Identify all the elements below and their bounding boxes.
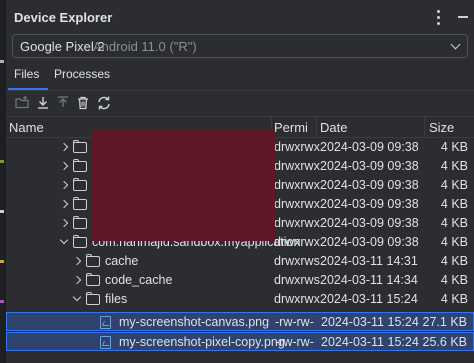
file-date: 2024-03-11 15:24 xyxy=(320,292,418,306)
device-os: Android 11.0 ("R") xyxy=(93,39,197,54)
file-name: my-screenshot-canvas.png xyxy=(119,315,270,329)
table-row[interactable]: my-screenshot-pixel-copy.png -rw-rw- 2024-… xyxy=(6,332,474,351)
folder-icon xyxy=(73,140,87,153)
file-size: 4 KB xyxy=(440,178,468,192)
file-date: 2024-03-09 09:38 xyxy=(320,235,419,249)
chevron-down-icon xyxy=(450,39,461,50)
file-size: 4 KB xyxy=(440,254,468,268)
file-size: 27.1 KB xyxy=(422,315,467,329)
file-date: 2024-03-09 09:38 xyxy=(320,159,419,173)
chevron-down-icon[interactable] xyxy=(72,292,82,302)
chevron-right-icon[interactable] xyxy=(72,256,82,266)
file-permissions: drwxrwx xyxy=(274,235,320,249)
chevron-right-icon[interactable] xyxy=(59,199,69,209)
panel-title: Device Explorer xyxy=(14,10,113,25)
file-date: 2024-03-11 14:31 xyxy=(320,254,418,268)
column-resize-handle[interactable] xyxy=(316,117,317,138)
file-date: 2024-03-11 15:24 xyxy=(321,315,419,329)
file-date: 2024-03-09 09:38 xyxy=(320,197,419,211)
file-size: 4 KB xyxy=(440,216,468,230)
file-permissions: drwxrwx xyxy=(274,178,320,192)
table-row[interactable]: files drwxrwx 2024-03-11 15:24 4 KB xyxy=(6,290,474,309)
file-name: code_cache xyxy=(105,273,173,287)
file-size: 4 KB xyxy=(440,159,468,173)
file-name: cache xyxy=(105,254,139,268)
folder-icon xyxy=(73,197,87,210)
tab-bar: Files Processes xyxy=(6,62,474,90)
file-date: 2024-03-09 09:38 xyxy=(320,216,419,230)
file-size: 4 KB xyxy=(440,235,468,249)
chevron-right-icon[interactable] xyxy=(72,275,82,285)
toolbar xyxy=(6,91,474,115)
chevron-down-icon[interactable] xyxy=(59,235,69,245)
file-permissions: drwxrws xyxy=(274,273,320,287)
file-permissions: -rw-rw- xyxy=(275,315,314,329)
column-header-name[interactable]: Name xyxy=(9,120,44,135)
file-permissions: drwxrwx xyxy=(274,197,320,211)
tab-processes[interactable]: Processes xyxy=(54,67,110,81)
table-row[interactable]: code_cache drwxrws 2024-03-11 14:34 4 KB xyxy=(6,271,474,290)
new-folder-icon[interactable] xyxy=(14,95,30,111)
file-date: 2024-03-11 15:24 xyxy=(321,335,419,349)
title-bar: Device Explorer xyxy=(6,0,474,34)
folder-icon xyxy=(73,159,87,172)
file-permissions: drwxrwx xyxy=(274,216,320,230)
folder-icon xyxy=(73,178,87,191)
table-row[interactable]: my-screenshot-canvas.png -rw-rw- 2024-03-1… xyxy=(6,312,474,331)
folder-icon xyxy=(86,292,100,305)
save-as-icon[interactable] xyxy=(35,95,51,111)
column-header-size[interactable]: Size xyxy=(429,120,454,135)
column-header-permissions[interactable]: Permi xyxy=(274,120,308,135)
minimize-icon[interactable] xyxy=(458,16,468,18)
file-permissions: drwxrws xyxy=(274,254,320,268)
redacted-region xyxy=(92,129,275,241)
tab-files[interactable]: Files xyxy=(14,67,39,81)
file-permissions: drwxrwx xyxy=(274,140,320,154)
file-size: 4 KB xyxy=(440,197,468,211)
file-permissions: drwxrwx xyxy=(274,292,320,306)
file-permissions: -rw-rw- xyxy=(275,335,314,349)
image-file-icon xyxy=(100,336,111,349)
file-name: files xyxy=(105,292,128,306)
table-row[interactable]: cache drwxrws 2024-03-11 14:31 4 KB xyxy=(6,252,474,271)
device-explorer-panel: Device Explorer Google Pixel 2 Android 1… xyxy=(6,0,474,363)
file-permissions: drwxrwx xyxy=(274,159,320,173)
more-options-icon[interactable] xyxy=(431,8,445,26)
folder-icon xyxy=(86,254,100,267)
delete-icon[interactable] xyxy=(75,95,91,111)
column-resize-handle[interactable] xyxy=(424,117,425,138)
file-size: 4 KB xyxy=(440,140,468,154)
file-size: 4 KB xyxy=(440,292,468,306)
refresh-icon[interactable] xyxy=(96,95,112,111)
chevron-right-icon[interactable] xyxy=(59,161,69,171)
chevron-right-icon[interactable] xyxy=(59,180,69,190)
file-date: 2024-03-09 09:38 xyxy=(320,140,419,154)
folder-icon xyxy=(73,216,87,229)
file-date: 2024-03-11 14:34 xyxy=(320,273,418,287)
device-name: Google Pixel 2 xyxy=(20,39,105,54)
device-selector[interactable]: Google Pixel 2 Android 11.0 ("R") xyxy=(12,34,468,58)
file-date: 2024-03-09 09:38 xyxy=(320,178,419,192)
image-file-icon xyxy=(100,316,111,329)
file-size: 25.6 KB xyxy=(422,335,467,349)
chevron-right-icon[interactable] xyxy=(59,218,69,228)
file-size: 4 KB xyxy=(440,273,468,287)
folder-icon xyxy=(86,273,100,286)
upload-icon[interactable] xyxy=(55,95,71,111)
file-name: my-screenshot-pixel-copy.png xyxy=(119,335,285,349)
chevron-right-icon[interactable] xyxy=(59,142,69,152)
column-header-date[interactable]: Date xyxy=(320,120,347,135)
folder-icon xyxy=(73,235,87,248)
